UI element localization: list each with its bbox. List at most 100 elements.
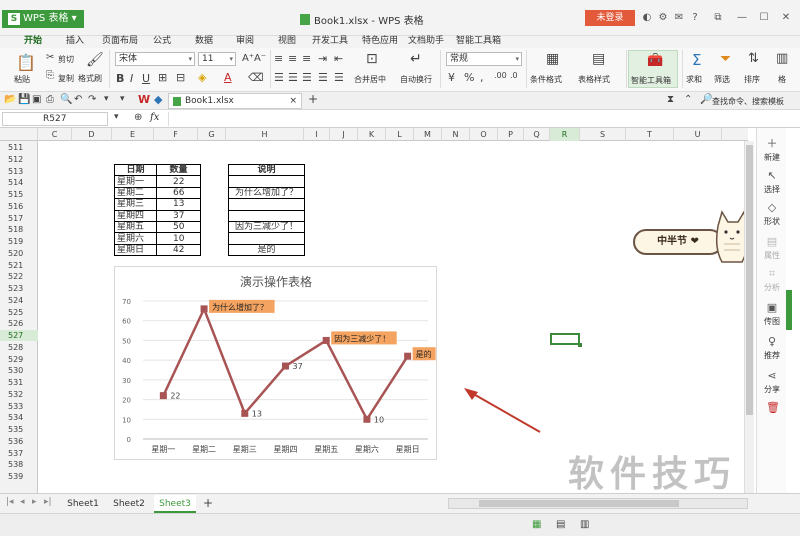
column-header[interactable]: Q: [524, 128, 550, 141]
page-layout-view-icon[interactable]: ▤: [556, 519, 565, 530]
scrollbar-thumb[interactable]: [479, 500, 679, 507]
row-header-active[interactable]: 527: [0, 330, 38, 341]
column-header[interactable]: O: [470, 128, 498, 141]
format-painter-button[interactable]: 格式刷: [78, 73, 102, 84]
cell-note[interactable]: 因为三减少了！: [228, 220, 305, 234]
row-header[interactable]: 525: [0, 307, 38, 318]
scrollbar-thumb[interactable]: [746, 145, 753, 415]
fill-color-icon[interactable]: ◈: [198, 71, 206, 84]
cell-note[interactable]: [228, 232, 305, 245]
app-menu-button[interactable]: S WPS 表格 ▾: [2, 10, 84, 28]
column-header[interactable]: F: [154, 128, 198, 141]
insert-function-icon[interactable]: fx: [150, 112, 159, 123]
cell-note[interactable]: [228, 198, 305, 211]
cell-qty[interactable]: 22: [156, 175, 201, 188]
document-tab[interactable]: Book1.xlsx ×: [168, 93, 302, 109]
column-header[interactable]: N: [442, 128, 470, 141]
tab-special[interactable]: 特色应用: [362, 33, 398, 46]
cube-icon[interactable]: ◆: [154, 93, 162, 106]
font-name-select[interactable]: 宋体 ▾: [115, 52, 195, 66]
close-tab-icon[interactable]: ×: [289, 94, 297, 108]
filter-button[interactable]: 筛选: [714, 74, 730, 85]
cell-blank[interactable]: [201, 221, 229, 232]
row-header[interactable]: 537: [0, 448, 38, 459]
cell-blank[interactable]: [201, 244, 229, 255]
row-header[interactable]: 515: [0, 189, 38, 200]
cell-day[interactable]: 星期六: [114, 232, 157, 245]
new-tab-icon[interactable]: +: [308, 92, 318, 106]
settings-icon[interactable]: ⚙: [657, 12, 669, 24]
row-header[interactable]: 531: [0, 377, 38, 388]
cell-day[interactable]: 星期五: [114, 220, 157, 234]
tab-doc-assistant[interactable]: 文档助手: [408, 33, 444, 46]
row-header[interactable]: 524: [0, 295, 38, 306]
maximize-icon[interactable]: ☐: [758, 12, 770, 24]
cell-qty[interactable]: 13: [156, 198, 201, 211]
chevron-down-icon[interactable]: ▾: [114, 112, 119, 122]
align-top-icon[interactable]: ≡: [274, 52, 283, 65]
sheet-tab[interactable]: Sheet1: [62, 495, 104, 513]
column-header[interactable]: M: [414, 128, 442, 141]
merge-cells-icon[interactable]: ⊟: [176, 71, 185, 84]
format-button[interactable]: 格: [778, 74, 786, 85]
decrease-font-icon[interactable]: A⁻: [254, 53, 266, 64]
column-header[interactable]: E: [112, 128, 154, 141]
cell-qty[interactable]: 42: [156, 243, 201, 257]
header-note[interactable]: 说明: [228, 163, 305, 177]
tab-view[interactable]: 视图: [278, 33, 296, 46]
cell-blank[interactable]: [201, 233, 229, 244]
italic-icon[interactable]: I: [130, 72, 133, 85]
conditional-format-button[interactable]: 条件格式: [530, 74, 562, 85]
side-property-button[interactable]: ▤ 属性: [757, 236, 787, 261]
prev-sheet-icon[interactable]: ◂: [20, 497, 25, 507]
last-sheet-icon[interactable]: ▸|: [44, 497, 52, 507]
increase-decimal-icon[interactable]: .00: [494, 71, 507, 80]
tab-insert[interactable]: 插入: [66, 33, 84, 46]
underline-icon[interactable]: U: [142, 72, 150, 85]
close-icon[interactable]: ✕: [780, 12, 792, 24]
align-right-icon[interactable]: ☰: [302, 71, 312, 84]
column-header[interactable]: K: [358, 128, 386, 141]
row-header[interactable]: 522: [0, 271, 38, 282]
cell-day[interactable]: 星期三: [114, 198, 157, 211]
select-all-corner[interactable]: [0, 128, 38, 141]
print-icon[interactable]: ⎙: [46, 94, 54, 105]
restore-icon[interactable]: ⧉: [712, 12, 724, 24]
account-icon[interactable]: ⧗: [667, 94, 674, 105]
row-header[interactable]: 529: [0, 354, 38, 365]
open-icon[interactable]: 📂: [4, 94, 16, 105]
column-header[interactable]: T: [626, 128, 674, 141]
number-format-select[interactable]: 常规 ▾: [446, 52, 522, 66]
row-header[interactable]: 528: [0, 342, 38, 353]
name-box[interactable]: R527: [2, 112, 108, 126]
decrease-decimal-icon[interactable]: .0: [510, 71, 518, 80]
paste-icon[interactable]: 📋: [16, 53, 36, 72]
column-header[interactable]: H: [226, 128, 304, 141]
row-header[interactable]: 517: [0, 213, 38, 224]
cell-day[interactable]: 星期二: [114, 186, 157, 200]
tab-data[interactable]: 数据: [195, 33, 213, 46]
sheet-tab[interactable]: Sheet2: [108, 495, 150, 513]
row-header[interactable]: 536: [0, 436, 38, 447]
vertical-scrollbar[interactable]: [744, 141, 754, 493]
cell-qty[interactable]: 10: [156, 232, 201, 245]
tab-developer[interactable]: 开发工具: [312, 33, 348, 46]
first-sheet-icon[interactable]: |◂: [6, 497, 14, 507]
cell-day[interactable]: 星期日: [114, 243, 157, 257]
column-header[interactable]: I: [304, 128, 330, 141]
row-header[interactable]: 511: [0, 142, 38, 153]
wrap-text-button[interactable]: 自动换行: [400, 74, 432, 85]
cell-blank[interactable]: [201, 210, 229, 221]
login-button[interactable]: 未登录: [585, 10, 635, 26]
column-header[interactable]: D: [72, 128, 112, 141]
skin-icon[interactable]: ◐: [641, 12, 653, 24]
cell-note[interactable]: [228, 175, 305, 188]
row-header[interactable]: 516: [0, 201, 38, 212]
save-icon[interactable]: 💾: [18, 94, 30, 105]
cell-note[interactable]: 是的: [228, 243, 305, 257]
cell-day[interactable]: 星期一: [114, 175, 157, 188]
outdent-icon[interactable]: ⇤: [334, 52, 343, 65]
cell-day[interactable]: 星期四: [114, 209, 157, 222]
row-header[interactable]: 521: [0, 260, 38, 271]
border-icon[interactable]: ⊞: [158, 71, 167, 84]
